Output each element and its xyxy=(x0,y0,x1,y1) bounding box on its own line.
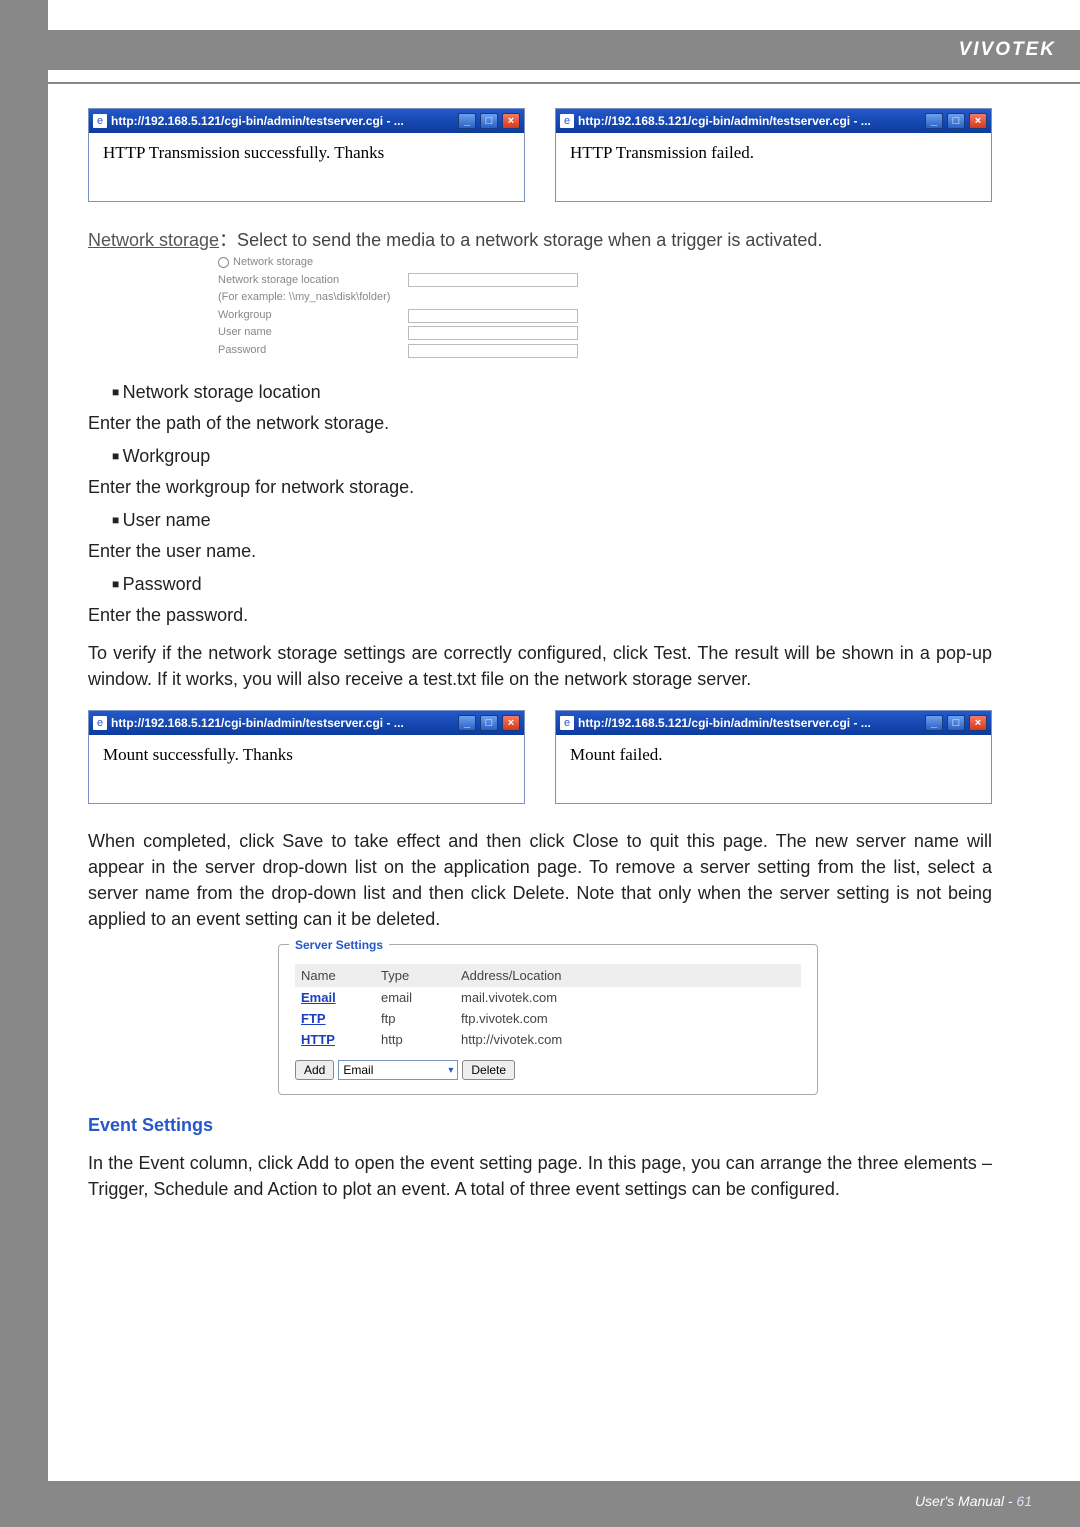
chevron-down-icon: ▾ xyxy=(448,1065,453,1076)
server-addr: ftp.vivotek.com xyxy=(455,1008,801,1029)
window-title: http://192.168.5.121/cgi-bin/admin/tests… xyxy=(578,716,921,730)
window-titlebar: e http://192.168.5.121/cgi-bin/admin/tes… xyxy=(89,109,524,133)
network-storage-heading-rest: ：Select to send the media to a network s… xyxy=(219,230,822,250)
minimize-button[interactable]: _ xyxy=(925,715,943,731)
window-title: http://192.168.5.121/cgi-bin/admin/tests… xyxy=(111,114,454,128)
col-address: Address/Location xyxy=(455,964,801,987)
popup-body-text: Mount failed. xyxy=(556,735,991,775)
bullet-password: Password xyxy=(112,574,992,595)
server-link-ftp[interactable]: FTP xyxy=(295,1008,375,1029)
event-settings-heading: Event Settings xyxy=(88,1115,992,1136)
pass-input[interactable] xyxy=(408,344,578,358)
add-button[interactable]: Add xyxy=(295,1060,334,1080)
maximize-button[interactable]: □ xyxy=(480,715,498,731)
popup-http-failed: e http://192.168.5.121/cgi-bin/admin/tes… xyxy=(555,108,992,202)
bullet-workgroup: Workgroup xyxy=(112,446,992,467)
radio-network-storage[interactable] xyxy=(218,257,229,268)
desc-user-name: Enter the user name. xyxy=(88,541,992,562)
server-addr: mail.vivotek.com xyxy=(455,987,801,1008)
window-titlebar: e http://192.168.5.121/cgi-bin/admin/tes… xyxy=(556,109,991,133)
top-brand-bar: VIVOTEK xyxy=(48,30,1080,70)
user-input[interactable] xyxy=(408,326,578,340)
maximize-button[interactable]: □ xyxy=(947,113,965,129)
network-storage-heading-underline: Network storage xyxy=(88,230,219,250)
bullet-user-name: User name xyxy=(112,510,992,531)
desc-network-storage-location: Enter the path of the network storage. xyxy=(88,413,992,434)
footer: User's Manual - 61 xyxy=(915,1493,1032,1509)
footer-label: User's Manual - xyxy=(915,1493,1016,1509)
user-label: User name xyxy=(218,324,408,342)
window-title: http://192.168.5.121/cgi-bin/admin/tests… xyxy=(578,114,921,128)
popup-http-success: e http://192.168.5.121/cgi-bin/admin/tes… xyxy=(88,108,525,202)
table-row: Email email mail.vivotek.com xyxy=(295,987,801,1008)
server-type: email xyxy=(375,987,455,1008)
server-addr: http://vivotek.com xyxy=(455,1029,801,1050)
desc-password: Enter the password. xyxy=(88,605,992,626)
brand-label: VIVOTEK xyxy=(959,39,1056,61)
header-divider xyxy=(48,82,1080,84)
footer-page: 61 xyxy=(1016,1493,1032,1509)
event-settings-paragraph: In the Event column, click Add to open t… xyxy=(88,1150,992,1202)
workgroup-label: Workgroup xyxy=(218,307,408,325)
popup-mount-success: e http://192.168.5.121/cgi-bin/admin/tes… xyxy=(88,710,525,804)
maximize-button[interactable]: □ xyxy=(947,715,965,731)
bullet-network-storage-location: Network storage location xyxy=(112,382,992,403)
popup-body-text: HTTP Transmission successfully. Thanks xyxy=(89,133,524,173)
left-decorative-bar xyxy=(0,0,48,1527)
network-storage-heading: Network storage：Select to send the media… xyxy=(88,226,992,252)
popup-body-text: Mount successfully. Thanks xyxy=(89,735,524,775)
delete-button[interactable]: Delete xyxy=(462,1060,515,1080)
server-settings-panel: Server Settings Name Type Address/Locati… xyxy=(278,944,818,1095)
completed-paragraph: When completed, click Save to take effec… xyxy=(88,828,992,932)
verify-paragraph: To verify if the network storage setting… xyxy=(88,640,992,692)
maximize-button[interactable]: □ xyxy=(480,113,498,129)
popup-body-text: HTTP Transmission failed. xyxy=(556,133,991,173)
server-select[interactable]: Email ▾ xyxy=(338,1060,458,1080)
close-button[interactable]: × xyxy=(969,715,987,731)
network-storage-form: Network storage Network storage location… xyxy=(218,254,992,360)
popup-mount-failed: e http://192.168.5.121/cgi-bin/admin/tes… xyxy=(555,710,992,804)
ie-icon: e xyxy=(560,716,574,730)
table-row: HTTP http http://vivotek.com xyxy=(295,1029,801,1050)
server-table: Name Type Address/Location Email email m… xyxy=(295,964,801,1050)
minimize-button[interactable]: _ xyxy=(925,113,943,129)
minimize-button[interactable]: _ xyxy=(458,113,476,129)
workgroup-input[interactable] xyxy=(408,309,578,323)
table-row: FTP ftp ftp.vivotek.com xyxy=(295,1008,801,1029)
window-title: http://192.168.5.121/cgi-bin/admin/tests… xyxy=(111,716,454,730)
server-link-http[interactable]: HTTP xyxy=(295,1029,375,1050)
close-button[interactable]: × xyxy=(969,113,987,129)
server-select-value: Email xyxy=(343,1063,373,1077)
server-link-email[interactable]: Email xyxy=(295,987,375,1008)
ie-icon: e xyxy=(560,114,574,128)
col-type: Type xyxy=(375,964,455,987)
server-type: http xyxy=(375,1029,455,1050)
loc-hint: (For example: \\my_nas\disk\folder) xyxy=(218,289,408,307)
window-titlebar: e http://192.168.5.121/cgi-bin/admin/tes… xyxy=(89,711,524,735)
pass-label: Password xyxy=(218,342,408,360)
loc-input[interactable] xyxy=(408,273,578,287)
radio-label: Network storage xyxy=(233,254,313,272)
server-settings-legend: Server Settings xyxy=(289,938,389,952)
minimize-button[interactable]: _ xyxy=(458,715,476,731)
desc-workgroup: Enter the workgroup for network storage. xyxy=(88,477,992,498)
close-button[interactable]: × xyxy=(502,113,520,129)
server-type: ftp xyxy=(375,1008,455,1029)
loc-label: Network storage location xyxy=(218,272,408,290)
window-titlebar: e http://192.168.5.121/cgi-bin/admin/tes… xyxy=(556,711,991,735)
ie-icon: e xyxy=(93,716,107,730)
close-button[interactable]: × xyxy=(502,715,520,731)
ie-icon: e xyxy=(93,114,107,128)
col-name: Name xyxy=(295,964,375,987)
